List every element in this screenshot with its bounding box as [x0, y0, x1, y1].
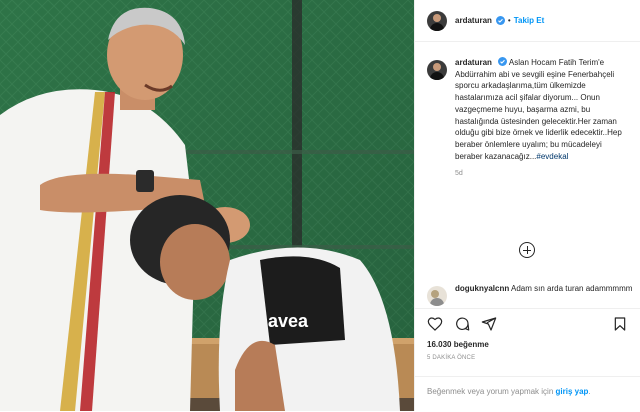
action-icons: [427, 316, 497, 332]
comment-text: Adam sın arda turan adammmmm: [511, 284, 633, 293]
caption-age[interactable]: 5d: [455, 170, 628, 177]
login-suffix: .: [588, 387, 591, 396]
follow-button[interactable]: Takip Et: [514, 16, 545, 25]
comment-username[interactable]: doguknyalcnn: [455, 284, 509, 293]
login-link[interactable]: giriş yap: [556, 387, 589, 396]
share-icon[interactable]: [481, 316, 497, 332]
post-photo[interactable]: avea: [0, 0, 414, 411]
caption-hashtag[interactable]: #evdekal: [536, 152, 568, 161]
post-time[interactable]: 5 DAKİKA ÖNCE: [427, 355, 475, 361]
post-header: ardaturan • Takip Et: [415, 0, 640, 42]
login-prompt: Beğenmek veya yorum yapmak için: [427, 387, 554, 396]
caption-text-block: ardaturan Aslan Hocam Fatih Terim'e Abdü…: [455, 50, 628, 162]
post-sidebar: ardaturan • Takip Et ardaturan Aslan Hoc…: [414, 0, 640, 411]
instagram-post: avea ardaturan • Takip Et ardaturan Asla…: [0, 0, 640, 411]
verified-badge-icon: [495, 16, 505, 25]
plus-circle-icon[interactable]: [519, 242, 535, 258]
comment-item: doguknyalcnn Adam sın arda turan adammmm…: [415, 276, 640, 306]
post-photo-art: avea: [0, 0, 414, 411]
bookmark-icon[interactable]: [612, 316, 628, 332]
verified-badge-icon: [498, 57, 508, 66]
post-actions: 16.030 beğenme 5 DAKİKA ÖNCE Beğenmek ve…: [415, 308, 640, 412]
heart-icon[interactable]: [427, 316, 443, 332]
caption-text: Aslan Hocam Fatih Terim'e Abdürrahim abi…: [455, 58, 622, 161]
header-username[interactable]: ardaturan: [455, 16, 492, 25]
caption-username[interactable]: ardaturan: [455, 58, 492, 67]
avatar[interactable]: [427, 10, 447, 31]
comment-text-block: doguknyalcnn Adam sın arda turan adammmm…: [455, 276, 640, 295]
jersey-logo: avea: [268, 311, 309, 331]
header-separator: •: [507, 16, 511, 25]
caption-avatar[interactable]: [427, 60, 447, 80]
comment-avatar[interactable]: [427, 286, 447, 306]
comments-area: ardaturan Aslan Hocam Fatih Terim'e Abdü…: [415, 50, 640, 306]
login-bar: Beğenmek veya yorum yapmak için giriş ya…: [415, 376, 640, 412]
caption: ardaturan Aslan Hocam Fatih Terim'e Abdü…: [415, 50, 640, 177]
likes-count[interactable]: 16.030 beğenme: [427, 340, 489, 349]
login-text: Beğenmek veya yorum yapmak için giriş ya…: [427, 387, 591, 396]
comment-icon[interactable]: [454, 316, 470, 332]
